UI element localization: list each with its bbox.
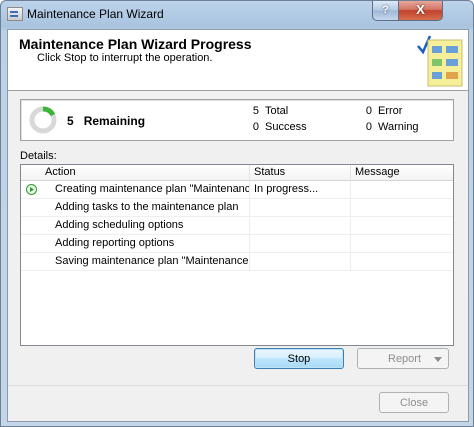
status-cell [250,235,351,252]
stop-button[interactable]: Stop [254,348,344,369]
table-row[interactable]: Creating maintenance plan "Maintenanc...… [21,181,453,199]
action-cell: Adding tasks to the maintenance plan [21,199,250,216]
details-grid[interactable]: Action Status Message Creating maintenan… [20,164,454,346]
chevron-down-icon [434,357,442,362]
footer-divider [8,385,468,386]
total-label: Total [265,105,289,117]
message-cell [351,181,453,198]
status-cell [250,253,351,270]
close-window-button[interactable]: X [398,1,443,21]
total-count: 5 [252,105,259,117]
error-label: Error [378,105,403,117]
action-cell: Adding scheduling options [21,217,250,234]
action-cell: Adding reporting options [21,235,250,252]
wizard-banner-icon [417,35,463,87]
report-button-label: Report [388,353,422,365]
help-button[interactable]: ? [372,1,399,21]
error-count: 0 [365,105,372,117]
app-icon [7,7,23,21]
table-row[interactable]: Adding scheduling options [21,217,453,235]
status-cell: In progress... [250,181,351,198]
page-title: Maintenance Plan Wizard Progress [19,36,252,52]
details-label: Details: [20,150,57,162]
remaining-count: 5 [67,114,74,128]
message-cell [351,199,453,216]
page-subtitle: Click Stop to interrupt the operation. [37,52,213,64]
title-bar[interactable]: Maintenance Plan Wizard ? X [1,1,473,29]
message-cell [351,235,453,252]
report-dropdown-button[interactable]: Report [357,348,449,369]
warning-count: 0 [365,121,372,133]
spinner-icon [29,106,57,134]
action-cell: Saving maintenance plan "Maintenance... [21,253,250,270]
table-row[interactable]: Saving maintenance plan "Maintenance... [21,253,453,271]
wizard-window: Maintenance Plan Wizard ? X Maintenance … [0,0,474,427]
message-cell [351,217,453,234]
column-header-message[interactable]: Message [351,165,453,180]
wizard-content: Maintenance Plan Wizard Progress Click S… [7,29,469,422]
warning-label: Warning [378,121,419,133]
column-header-status[interactable]: Status [250,165,351,180]
table-row[interactable]: Adding tasks to the maintenance plan [21,199,453,217]
action-cell: Creating maintenance plan "Maintenanc... [21,181,250,198]
success-count: 0 [252,121,259,133]
message-cell [351,253,453,270]
remaining-label: Remaining [83,114,146,128]
status-cell [250,217,351,234]
wizard-header: Maintenance Plan Wizard Progress Click S… [8,30,468,91]
column-header-action[interactable]: Action [21,165,250,180]
status-cell [250,199,351,216]
success-label: Success [265,121,307,133]
remaining-status: 5 Remaining [67,114,145,128]
table-row[interactable]: Adding reporting options [21,235,453,253]
close-button[interactable]: Close [379,392,449,413]
progress-summary: 5 Remaining 5 Total 0 Success 0 Error 0 … [20,99,454,141]
window-title: Maintenance Plan Wizard [27,7,164,21]
grid-header: Action Status Message [21,165,453,181]
